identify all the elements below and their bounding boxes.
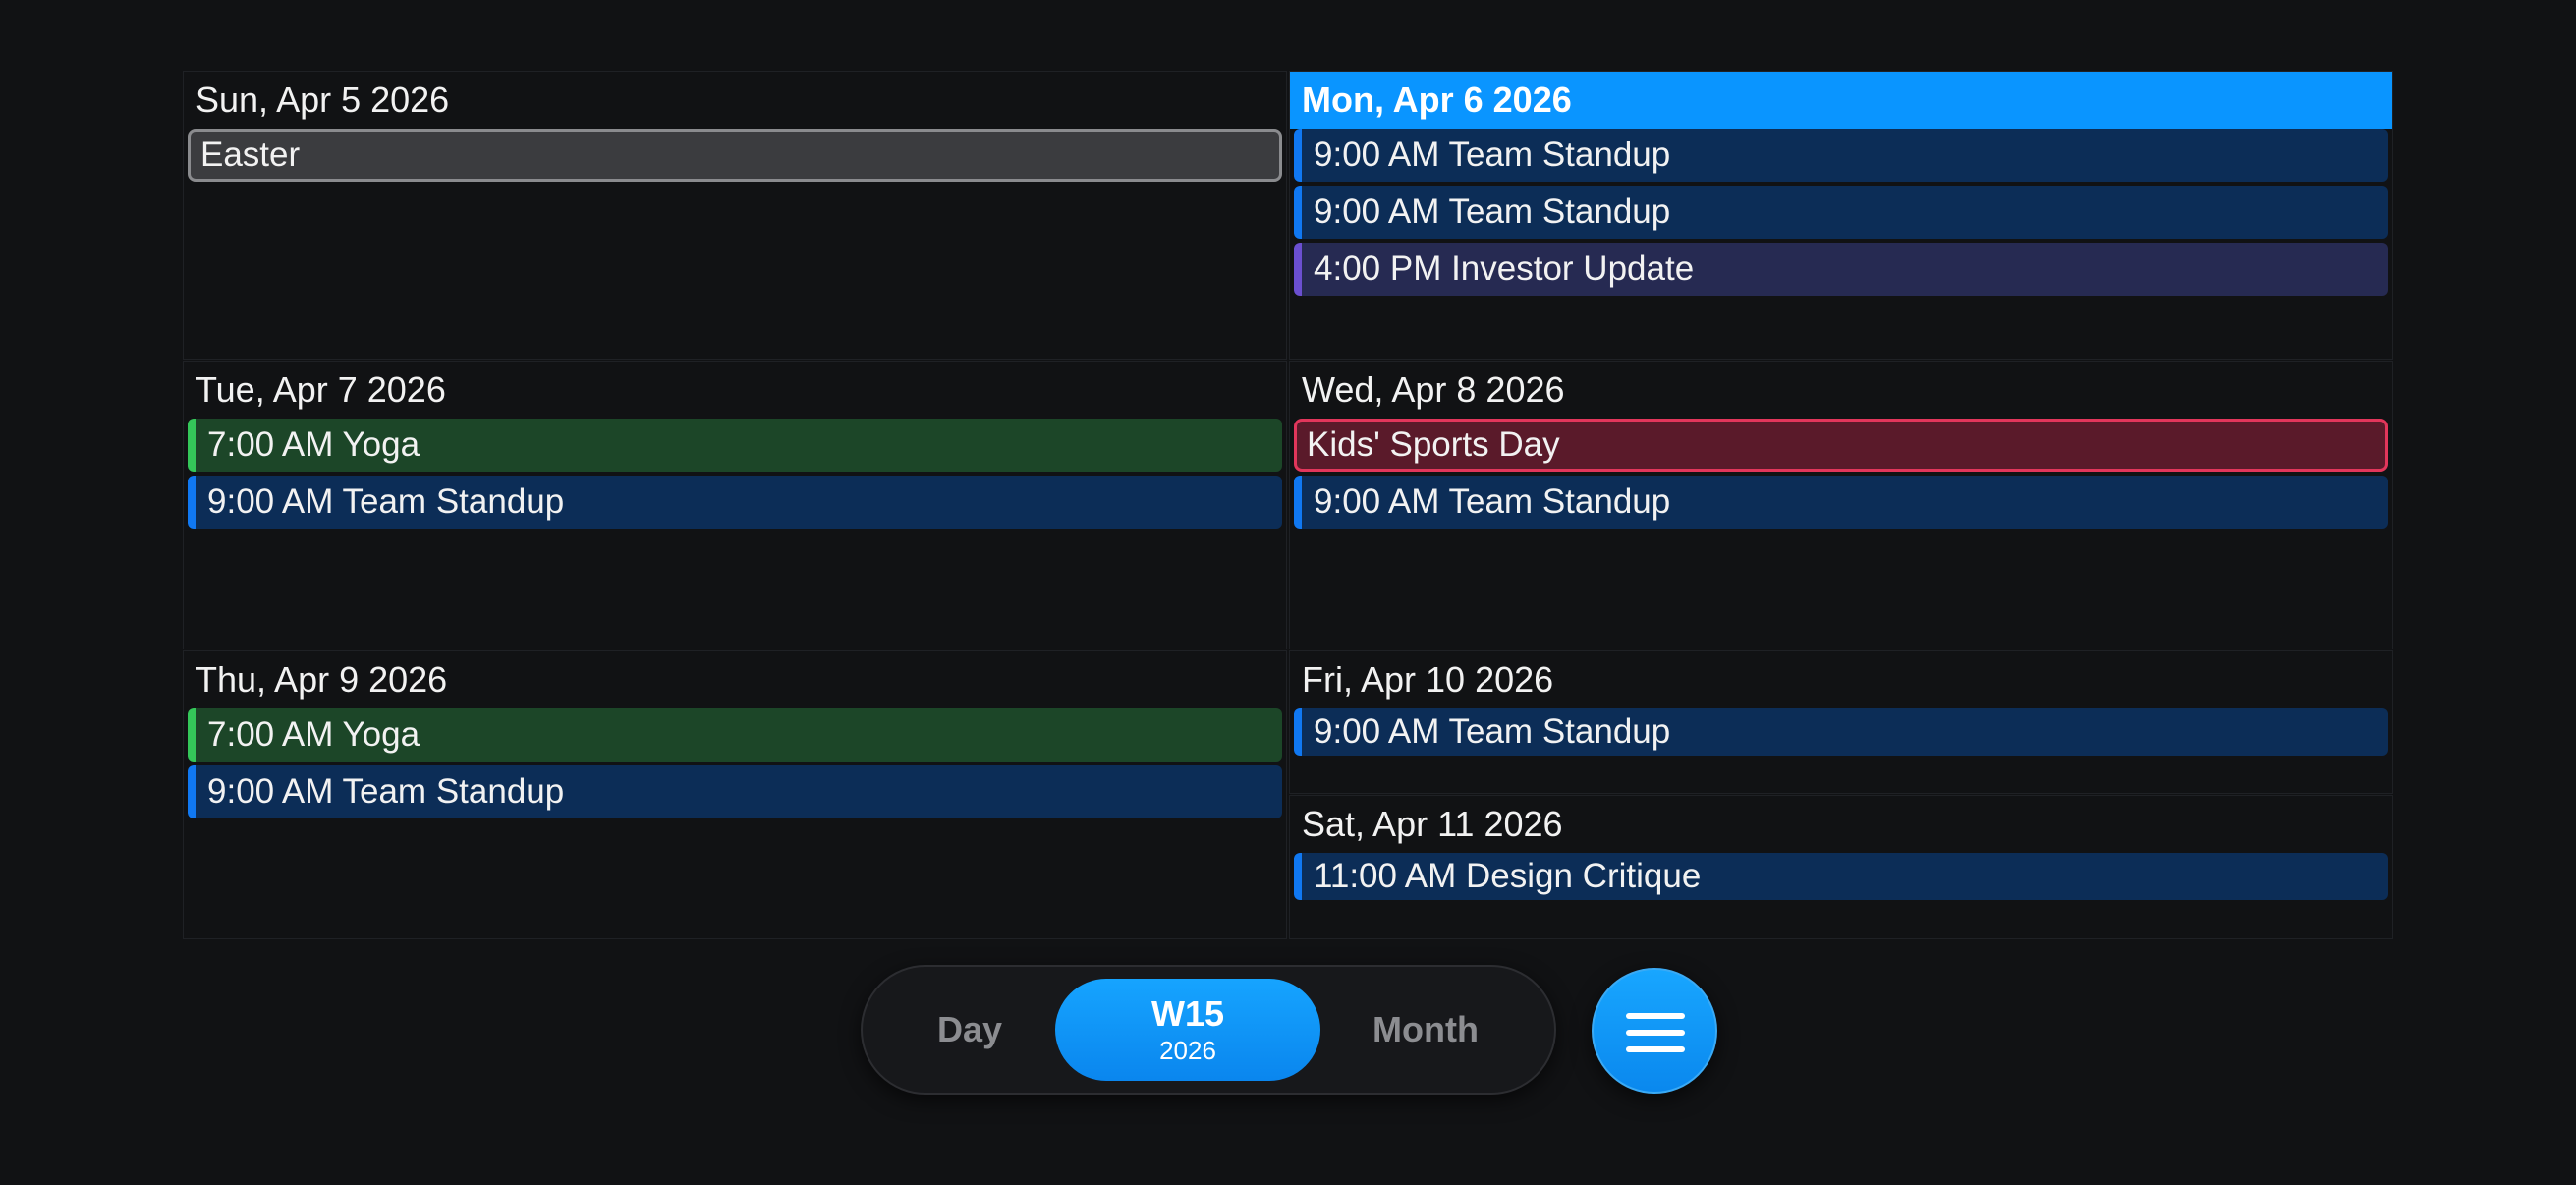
event-title: 9:00 AM Team Standup <box>1314 136 1671 174</box>
view-day-button[interactable]: Day <box>902 967 1037 1093</box>
event-team-standup[interactable]: 9:00 AM Team Standup <box>1294 476 2388 529</box>
day-header: Tue, Apr 7 2026 <box>196 369 446 410</box>
day-header: Thu, Apr 9 2026 <box>196 659 448 700</box>
day-cell-mon-today[interactable]: Mon, Apr 6 2026 9:00 AM Team Standup 9:0… <box>1289 71 2393 360</box>
week-view-screen: Sun, Apr 5 2026 Easter Tue, Apr 7 2026 7… <box>0 0 2576 1185</box>
left-column: Sun, Apr 5 2026 Easter Tue, Apr 7 2026 7… <box>183 71 1287 939</box>
event-title: 9:00 AM Team Standup <box>207 482 565 521</box>
event-title: Easter <box>200 136 301 174</box>
event-color-stripe <box>1294 476 1302 529</box>
event-team-standup[interactable]: 9:00 AM Team Standup <box>1294 708 2388 756</box>
day-cell-sat[interactable]: Sat, Apr 11 2026 11:00 AM Design Critiqu… <box>1289 795 2393 939</box>
day-header: Sun, Apr 5 2026 <box>196 80 450 120</box>
event-team-standup[interactable]: 9:00 AM Team Standup <box>188 765 1282 818</box>
day-header: Mon, Apr 6 2026 <box>1290 72 2392 129</box>
event-color-stripe <box>188 419 196 472</box>
right-column: Mon, Apr 6 2026 9:00 AM Team Standup 9:0… <box>1289 71 2393 939</box>
view-switcher: Day W15 2026 Month <box>861 965 1556 1095</box>
event-title: 9:00 AM Team Standup <box>1314 712 1671 751</box>
day-cell-thu[interactable]: Thu, Apr 9 2026 7:00 AM Yoga 9:00 AM Tea… <box>183 650 1287 939</box>
day-header: Fri, Apr 10 2026 <box>1302 659 1554 700</box>
event-color-stripe <box>1294 243 1302 296</box>
event-title: 4:00 PM Investor Update <box>1314 250 1695 288</box>
event-title: 11:00 AM Design Critique <box>1314 857 1702 895</box>
event-color-stripe <box>188 476 196 529</box>
event-title: 9:00 AM Team Standup <box>207 772 565 811</box>
event-color-stripe <box>1294 853 1302 900</box>
hamburger-menu-icon <box>1626 1013 1685 1052</box>
week-year: 2026 <box>1159 1036 1216 1065</box>
event-color-stripe <box>188 708 196 762</box>
menu-button[interactable] <box>1592 968 1717 1094</box>
event-kids-sports-day[interactable]: Kids' Sports Day <box>1294 419 2388 472</box>
event-title: 7:00 AM Yoga <box>207 425 420 464</box>
event-team-standup[interactable]: 9:00 AM Team Standup <box>188 476 1282 529</box>
event-team-standup[interactable]: 9:00 AM Team Standup <box>1294 129 2388 182</box>
day-header: Wed, Apr 8 2026 <box>1302 369 1565 410</box>
event-yoga[interactable]: 7:00 AM Yoga <box>188 419 1282 472</box>
day-header: Sat, Apr 11 2026 <box>1302 804 1563 844</box>
event-title: Kids' Sports Day <box>1307 425 1560 464</box>
event-team-standup[interactable]: 9:00 AM Team Standup <box>1294 186 2388 239</box>
day-cell-fri[interactable]: Fri, Apr 10 2026 9:00 AM Team Standup <box>1289 650 2393 794</box>
view-week-button[interactable]: W15 2026 <box>1055 979 1320 1081</box>
event-color-stripe <box>1294 129 1302 182</box>
event-title: 7:00 AM Yoga <box>207 715 420 754</box>
view-month-button[interactable]: Month <box>1334 967 1517 1093</box>
event-investor-update[interactable]: 4:00 PM Investor Update <box>1294 243 2388 296</box>
event-color-stripe <box>1294 186 1302 239</box>
event-title: 9:00 AM Team Standup <box>1314 482 1671 521</box>
event-yoga[interactable]: 7:00 AM Yoga <box>188 708 1282 762</box>
day-cell-sun[interactable]: Sun, Apr 5 2026 Easter <box>183 71 1287 360</box>
day-cell-tue[interactable]: Tue, Apr 7 2026 7:00 AM Yoga 9:00 AM Tea… <box>183 361 1287 649</box>
week-grid: Sun, Apr 5 2026 Easter Tue, Apr 7 2026 7… <box>183 71 2393 939</box>
event-design-critique[interactable]: 11:00 AM Design Critique <box>1294 853 2388 900</box>
event-color-stripe <box>188 765 196 818</box>
event-easter[interactable]: Easter <box>188 129 1282 182</box>
event-color-stripe <box>1294 708 1302 756</box>
week-number: W15 <box>1150 993 1225 1034</box>
event-title: 9:00 AM Team Standup <box>1314 193 1671 231</box>
day-cell-wed[interactable]: Wed, Apr 8 2026 Kids' Sports Day 9:00 AM… <box>1289 361 2393 649</box>
